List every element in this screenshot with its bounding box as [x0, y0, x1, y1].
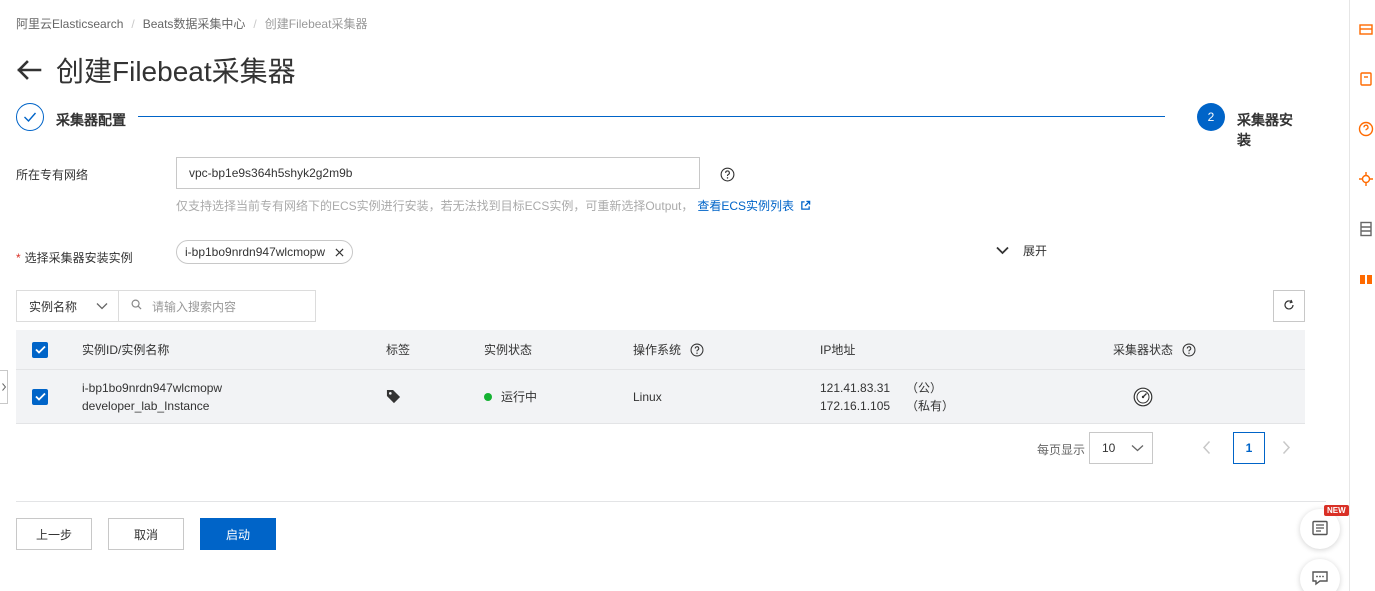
instance-label: * 选择采集器安装实例	[16, 249, 133, 266]
breadcrumb-current: 创建Filebeat采集器	[264, 17, 368, 31]
collector-status-icon[interactable]	[1133, 370, 1153, 423]
search-field-select[interactable]: 实例名称	[17, 291, 119, 321]
ecs-list-link[interactable]: 查看ECS实例列表	[697, 197, 794, 214]
col-ip: IP地址	[820, 343, 856, 357]
cancel-button[interactable]: 取消	[108, 518, 184, 550]
refresh-icon	[1283, 299, 1295, 314]
public-ip: 121.41.83.31	[820, 380, 891, 395]
close-icon[interactable]	[335, 247, 344, 257]
store-icon[interactable]	[1358, 21, 1374, 37]
breadcrumb-separator: /	[253, 16, 257, 31]
search-field-value: 实例名称	[29, 299, 78, 314]
question-icon[interactable]	[1182, 343, 1196, 357]
step-1-check-icon	[16, 103, 44, 131]
instance-status: 运行中	[484, 370, 537, 423]
step-1-label: 采集器配置	[56, 112, 126, 128]
col-collector-status-label: 采集器状态	[1113, 343, 1174, 357]
vpc-value: vpc-bp1e9s364h5shyk2g2m9b	[189, 166, 353, 180]
private-ip-label: （私有）	[906, 398, 955, 413]
selected-instance-tag: i-bp1bo9nrdn947wlcmopw	[176, 240, 354, 264]
instance-os: Linux	[633, 389, 662, 404]
step-indicator: 采集器配置 2 采集器安装	[16, 103, 1306, 148]
breadcrumb-item-es[interactable]: 阿里云Elasticsearch	[16, 15, 123, 32]
page-size-value: 10	[1102, 441, 1116, 455]
refresh-button[interactable]	[1273, 290, 1305, 322]
vpc-label: 所在专有网络	[16, 168, 89, 182]
vpc-hint: 仅支持选择当前专有网络下的ECS实例进行安装，若无法找到目标ECS实例，可重新选…	[176, 197, 811, 214]
search-bar: 实例名称 请输入搜索内容	[16, 290, 316, 322]
expand-toggle[interactable]: 展开	[996, 242, 1047, 259]
sidebar-expand-handle[interactable]	[0, 370, 8, 404]
instance-id: i-bp1bo9nrdn947wlcmopw	[82, 380, 223, 395]
search-icon	[131, 299, 142, 313]
title-row: 创建Filebeat采集器	[16, 50, 296, 90]
search-input[interactable]: 请输入搜索内容	[119, 291, 315, 321]
page-title: 创建Filebeat采集器	[56, 56, 296, 87]
select-all-checkbox[interactable]	[32, 330, 48, 369]
tag-icon[interactable]	[386, 370, 401, 423]
new-badge: NEW	[1324, 505, 1349, 516]
table-row[interactable]: i-bp1bo9nrdn947wlcmopw developer_lab_Ins…	[16, 370, 1305, 424]
instance-status-text: 运行中	[501, 390, 538, 404]
cart-icon[interactable]	[1358, 71, 1374, 87]
status-running-dot	[484, 392, 492, 401]
start-button[interactable]: 启动	[200, 518, 276, 550]
page-size-select[interactable]: 10	[1089, 432, 1153, 464]
right-toolbar	[1349, 0, 1375, 591]
external-link-icon[interactable]	[800, 200, 811, 211]
breadcrumb: 阿里云Elasticsearch / Beats数据采集中心 / 创建Fileb…	[16, 15, 367, 32]
chevron-down-icon	[1131, 441, 1144, 455]
step-connector	[138, 116, 1165, 117]
col-os: 操作系统	[633, 330, 704, 369]
col-id-name: 实例ID/实例名称	[82, 343, 170, 357]
instance-label-text: 选择采集器安装实例	[24, 251, 133, 265]
cabinet-icon[interactable]	[1358, 221, 1374, 237]
instance-table: 实例ID/实例名称 标签 实例状态 操作系统 IP地址 采集器状态 i-bp1b…	[16, 330, 1305, 424]
chevron-down-icon	[96, 299, 108, 313]
breadcrumb-separator: /	[131, 16, 135, 31]
prev-step-button[interactable]: 上一步	[16, 518, 92, 550]
instance-ip: 121.41.83.31 （公） 172.16.1.105 （私有）	[820, 370, 954, 423]
step-2-number: 2	[1197, 103, 1225, 131]
expand-label: 展开	[1023, 244, 1048, 258]
chat-icon	[1311, 570, 1329, 589]
col-status: 实例状态	[484, 343, 533, 357]
help-icon[interactable]	[1358, 121, 1374, 137]
col-tags: 标签	[386, 343, 411, 357]
question-icon[interactable]	[720, 167, 735, 182]
gift-icon[interactable]	[1358, 270, 1374, 286]
bug-icon[interactable]	[1358, 171, 1374, 187]
prev-page-icon[interactable]	[1202, 440, 1211, 458]
search-placeholder: 请输入搜索内容	[152, 299, 237, 314]
page-number[interactable]: 1	[1233, 432, 1265, 464]
step-2-label: 采集器安装	[1237, 112, 1293, 148]
col-os-label: 操作系统	[633, 343, 682, 357]
col-collector-status: 采集器状态	[1113, 330, 1196, 369]
row-checkbox[interactable]	[32, 370, 48, 423]
next-page-icon[interactable]	[1282, 440, 1291, 458]
back-arrow-icon[interactable]	[16, 57, 42, 83]
required-mark: *	[16, 251, 21, 265]
private-ip: 172.16.1.105	[820, 398, 891, 413]
breadcrumb-item-beats[interactable]: Beats数据采集中心	[143, 15, 246, 32]
instance-name: developer_lab_Instance	[82, 398, 210, 413]
question-icon[interactable]	[690, 343, 704, 357]
selected-instance-text: i-bp1bo9nrdn947wlcmopw	[185, 245, 326, 259]
vpc-hint-text: 仅支持选择当前专有网络下的ECS实例进行安装，若无法找到目标ECS实例，可重新选…	[176, 199, 694, 213]
chevron-down-icon	[996, 244, 1009, 258]
instance-id-name: i-bp1bo9nrdn947wlcmopw developer_lab_Ins…	[82, 370, 222, 423]
table-header: 实例ID/实例名称 标签 实例状态 操作系统 IP地址 采集器状态	[16, 330, 1305, 370]
public-ip-label: （公）	[906, 380, 943, 395]
feedback-float-button[interactable]	[1300, 559, 1340, 591]
footer-divider	[16, 501, 1326, 502]
vpc-field[interactable]: vpc-bp1e9s364h5shyk2g2m9b	[176, 157, 700, 189]
page-size-label: 每页显示	[1037, 443, 1086, 457]
book-icon	[1311, 520, 1329, 539]
